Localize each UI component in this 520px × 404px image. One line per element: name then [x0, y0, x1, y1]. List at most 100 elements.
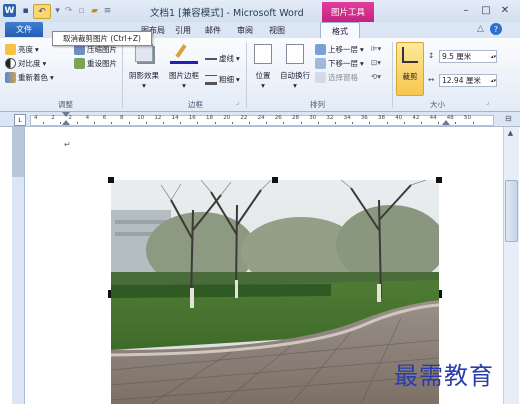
position-icon — [254, 44, 272, 64]
weight-label: 粗细 — [219, 75, 234, 84]
tab-mailings[interactable]: 邮件 — [202, 24, 224, 37]
shadow-icon — [135, 44, 153, 62]
collapse-ribbon-icon[interactable]: △ — [477, 24, 484, 34]
selection-pane-button[interactable]: 选择窗格 — [315, 72, 358, 83]
group-label-arrange: 排列 — [310, 100, 325, 109]
spinner-arrows-icon[interactable]: ▴▾ — [491, 54, 496, 60]
position-label: 位置 — [255, 71, 271, 80]
left-indent-marker[interactable] — [62, 120, 70, 125]
selected-picture[interactable] — [111, 180, 439, 404]
weight-button[interactable]: 粗细 ▾ — [205, 74, 240, 85]
ruler-number: 22 — [240, 115, 248, 121]
crop-handle-top-left[interactable] — [108, 177, 114, 183]
undo-icon[interactable]: ↶ — [33, 4, 51, 19]
group-objects-icon[interactable]: ⊡▾ — [371, 58, 381, 67]
customize-toolbar-icon[interactable]: ≡ — [101, 4, 114, 17]
reset-picture-button[interactable]: 重设图片 — [74, 58, 117, 69]
shadow-effects-button[interactable]: 阴影效果 ▾ — [127, 42, 161, 94]
crop-handle-middle-right[interactable] — [439, 290, 442, 298]
tab-file[interactable]: 文件 — [5, 22, 43, 37]
wrap-text-label: 自动换行 — [280, 71, 310, 80]
ruler-number: 4 — [85, 115, 90, 121]
send-backward-label: 下移一层 — [328, 59, 358, 68]
ruler-number: 26 — [274, 115, 282, 121]
ruler-tick — [59, 122, 61, 124]
recolor-button[interactable]: 重新着色 ▾ — [5, 72, 54, 83]
bring-forward-icon — [315, 44, 326, 55]
crop-handle-middle-left[interactable] — [108, 290, 111, 298]
picture-border-label: 图片边框 — [169, 71, 199, 80]
first-line-indent-marker[interactable] — [62, 112, 70, 117]
ruler-toggle-icon[interactable]: ⊟ — [505, 114, 515, 124]
picture-border-button[interactable]: 图片边框 ▾ — [166, 42, 202, 94]
maximize-icon[interactable]: □ — [477, 3, 495, 17]
brightness-button[interactable]: 亮度 ▾ — [5, 44, 39, 55]
tab-review[interactable]: 审阅 — [234, 24, 256, 37]
ruler-tick — [403, 122, 405, 124]
crop-handle-top-right[interactable] — [436, 177, 442, 183]
ruler-tick — [300, 122, 302, 124]
selection-pane-icon — [315, 72, 326, 83]
dashes-button[interactable]: 虚线 ▾ — [205, 53, 240, 64]
rotate-icon[interactable]: ⟲▾ — [371, 72, 381, 81]
bring-forward-button[interactable]: 上移一层 ▾ — [315, 44, 364, 55]
vertical-scrollbar[interactable] — [503, 127, 519, 404]
crop-button[interactable]: 裁剪 — [396, 42, 424, 96]
tab-format[interactable]: 格式 — [320, 22, 360, 39]
dashes-label: 虚线 — [219, 54, 234, 63]
ruler-number: 8 — [120, 115, 124, 121]
chevron-down-icon: ▾ — [42, 59, 47, 68]
new-document-icon[interactable]: ▫ — [75, 4, 88, 17]
ruler-number: 30 — [309, 115, 317, 121]
scroll-up-icon[interactable]: ▲ — [505, 129, 516, 139]
right-indent-marker[interactable] — [442, 120, 450, 125]
close-icon[interactable]: ✕ — [496, 3, 514, 17]
contrast-icon — [5, 58, 16, 69]
word-app-icon[interactable]: W — [3, 4, 16, 17]
ruler-number: 42 — [412, 115, 420, 121]
open-folder-icon[interactable]: ▰ — [88, 4, 101, 17]
align-icon[interactable]: ⊫▾ — [371, 44, 381, 53]
height-spinner[interactable]: 9.5 厘米 ▴▾ — [439, 50, 497, 63]
ruler-tick — [266, 122, 268, 124]
ruler-number: 36 — [360, 115, 368, 121]
ruler-number: 40 — [395, 115, 403, 121]
ruler-tick — [455, 122, 457, 124]
ruler-number: 18 — [206, 115, 213, 121]
ruler-tick — [317, 122, 319, 124]
wrap-text-button[interactable]: 自动换行 ▾ — [279, 42, 311, 94]
tab-view[interactable]: 视图 — [266, 24, 288, 37]
ruler-number: 12 — [154, 115, 162, 121]
chevron-down-icon: ▾ — [236, 75, 240, 84]
crop-handle-top-center[interactable] — [272, 177, 278, 183]
crop-label: 裁剪 — [402, 72, 418, 81]
ruler-tick — [421, 122, 422, 124]
help-icon[interactable]: ? — [490, 23, 502, 35]
ruler-tick — [163, 122, 164, 124]
ruler-number: 14 — [171, 115, 179, 121]
chevron-down-icon: ▾ — [293, 81, 297, 90]
tab-selector-icon[interactable]: L — [14, 114, 26, 126]
spinner-arrows-icon[interactable]: ▴▾ — [491, 78, 496, 84]
contrast-button[interactable]: 对比度 ▾ — [5, 58, 46, 69]
save-icon[interactable]: ▪ — [19, 4, 32, 17]
send-backward-button[interactable]: 下移一层 ▾ — [315, 58, 364, 69]
ruler-tick — [128, 122, 130, 124]
scroll-thumb[interactable] — [505, 180, 518, 242]
ruler-number: 44 — [429, 115, 437, 121]
dialog-launcher-icon[interactable]: ⌟ — [486, 98, 489, 106]
position-button[interactable]: 位置 ▾ — [251, 42, 275, 94]
chevron-down-icon: ▾ — [142, 81, 146, 90]
tab-references[interactable]: 引用 — [172, 24, 194, 37]
width-value: 12.94 厘米 — [442, 76, 481, 85]
shape-height-icon: ↕ — [428, 51, 435, 60]
ruler-tick — [438, 122, 440, 124]
watermark-text: 最需教育 — [394, 362, 494, 390]
paragraph-mark-icon: ↵ — [64, 140, 71, 149]
redo-icon[interactable]: ↷ — [62, 4, 75, 17]
dialog-launcher-icon[interactable]: ⌟ — [236, 98, 239, 106]
recolor-icon — [5, 72, 16, 83]
width-spinner[interactable]: 12.94 厘米 ▴▾ — [439, 74, 497, 87]
minimize-icon[interactable]: – — [457, 3, 475, 17]
ruler-number: 50 — [464, 115, 471, 121]
